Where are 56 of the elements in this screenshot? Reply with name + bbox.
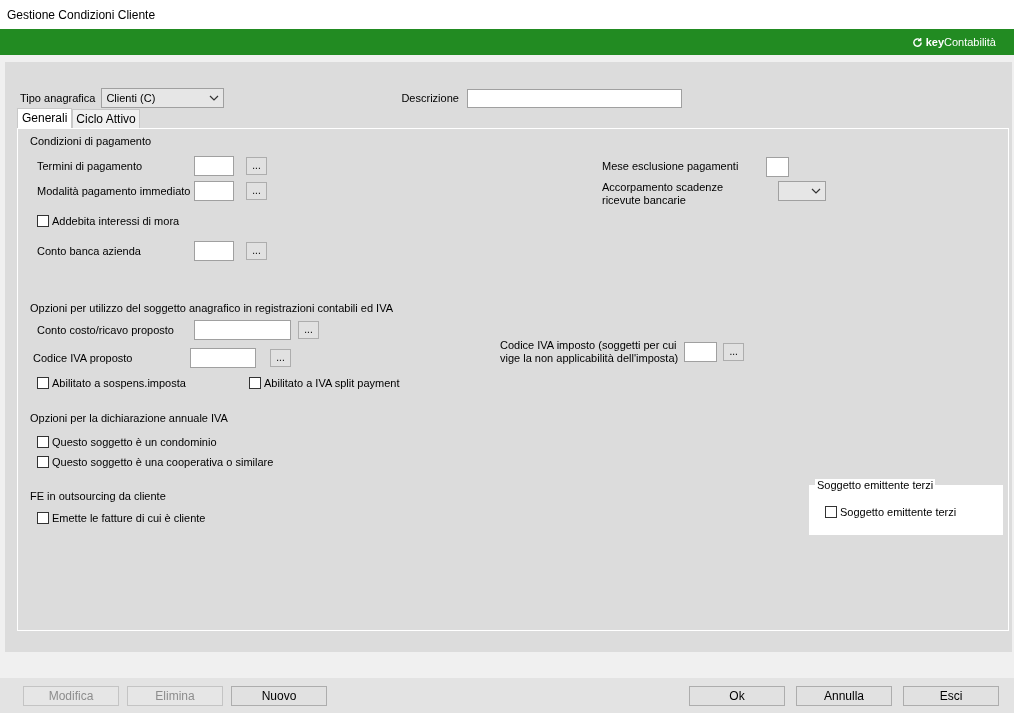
checkbox[interactable] — [37, 214, 49, 227]
dropdown[interactable] — [778, 181, 827, 201]
chevron-down-icon — [209, 95, 220, 101]
field-label: Mese esclusione pagamenti — [602, 160, 739, 173]
field-label: Accorpamento scadenze ricevute bancarie — [602, 181, 724, 207]
checkbox[interactable] — [825, 506, 837, 518]
browse-button[interactable]: ... — [246, 181, 267, 200]
input-field[interactable] — [194, 240, 234, 261]
input-field[interactable] — [194, 319, 291, 340]
checkbox-label: Questo soggetto è una cooperativa o similare — [52, 456, 274, 468]
refresh-circle-icon — [911, 36, 923, 48]
window-title: Gestione Condizioni Cliente — [7, 7, 156, 22]
action-button[interactable]: Annulla — [796, 685, 892, 706]
section-title: Opzioni per utilizzo del soggetto anagrafico in registrazioni contabili ed IVA — [30, 302, 394, 314]
input-field[interactable] — [194, 180, 234, 201]
input-field[interactable] — [194, 155, 234, 176]
checkbox[interactable] — [37, 376, 49, 389]
checkbox[interactable] — [249, 376, 261, 389]
section-title: FE in outsourcing da cliente — [30, 490, 167, 502]
field-label: Conto costo/ricavo proposto — [37, 323, 175, 336]
field-label: Conto banca azienda — [37, 244, 142, 257]
browse-button[interactable]: ... — [298, 320, 319, 339]
field-label: Descrizione — [401, 92, 459, 104]
action-button[interactable]: Ok — [689, 685, 785, 706]
field-label: Tipo anagrafica — [20, 92, 96, 104]
tab[interactable]: Ciclo Attivo — [72, 109, 140, 128]
checkbox-label: Abilitato a sospens.imposta — [52, 376, 186, 389]
field-label: Codice IVA proposto — [33, 351, 134, 364]
action-button[interactable]: Nuovo — [231, 685, 327, 706]
field-label: Codice IVA imposto (soggetti per cui vige la non applicabilità dell'imposta) — [500, 339, 679, 365]
field-label: Termini di pagamento — [37, 159, 144, 172]
input-field[interactable] — [466, 88, 682, 108]
section-title: Condizioni di pagamento — [30, 135, 153, 147]
brand-logo-text: keyContabilità — [925, 36, 996, 48]
browse-button[interactable]: ... — [246, 241, 267, 260]
checkbox-label: Emette le fatture di cui è cliente — [52, 511, 206, 524]
section-title: Opzioni per la dichiarazione annuale IVA — [30, 412, 229, 424]
field-label: Modalità pagamento immediato — [37, 184, 192, 197]
chevron-down-icon — [811, 188, 822, 194]
input-field[interactable] — [190, 347, 256, 368]
checkbox-label: Soggetto emittente terzi — [840, 506, 957, 518]
checkbox[interactable] — [37, 511, 49, 524]
browse-button[interactable]: ... — [723, 343, 745, 361]
dropdown[interactable]: Clienti (C) — [101, 88, 225, 108]
checkbox[interactable] — [37, 436, 49, 448]
checkbox[interactable] — [37, 456, 49, 468]
browse-button[interactable]: ... — [270, 348, 291, 367]
tab[interactable]: Generali — [17, 108, 73, 128]
group-title: Soggetto emittente terzi — [815, 479, 936, 491]
input-field[interactable] — [684, 342, 718, 362]
browse-button[interactable]: ... — [246, 156, 267, 175]
checkbox-label: Addebita interessi di mora — [52, 214, 180, 227]
input-field[interactable] — [766, 156, 790, 177]
action-button[interactable]: Esci — [903, 685, 999, 706]
checkbox-label: Abilitato a IVA split payment — [264, 376, 400, 389]
checkbox-label: Questo soggetto è un condominio — [52, 436, 217, 448]
